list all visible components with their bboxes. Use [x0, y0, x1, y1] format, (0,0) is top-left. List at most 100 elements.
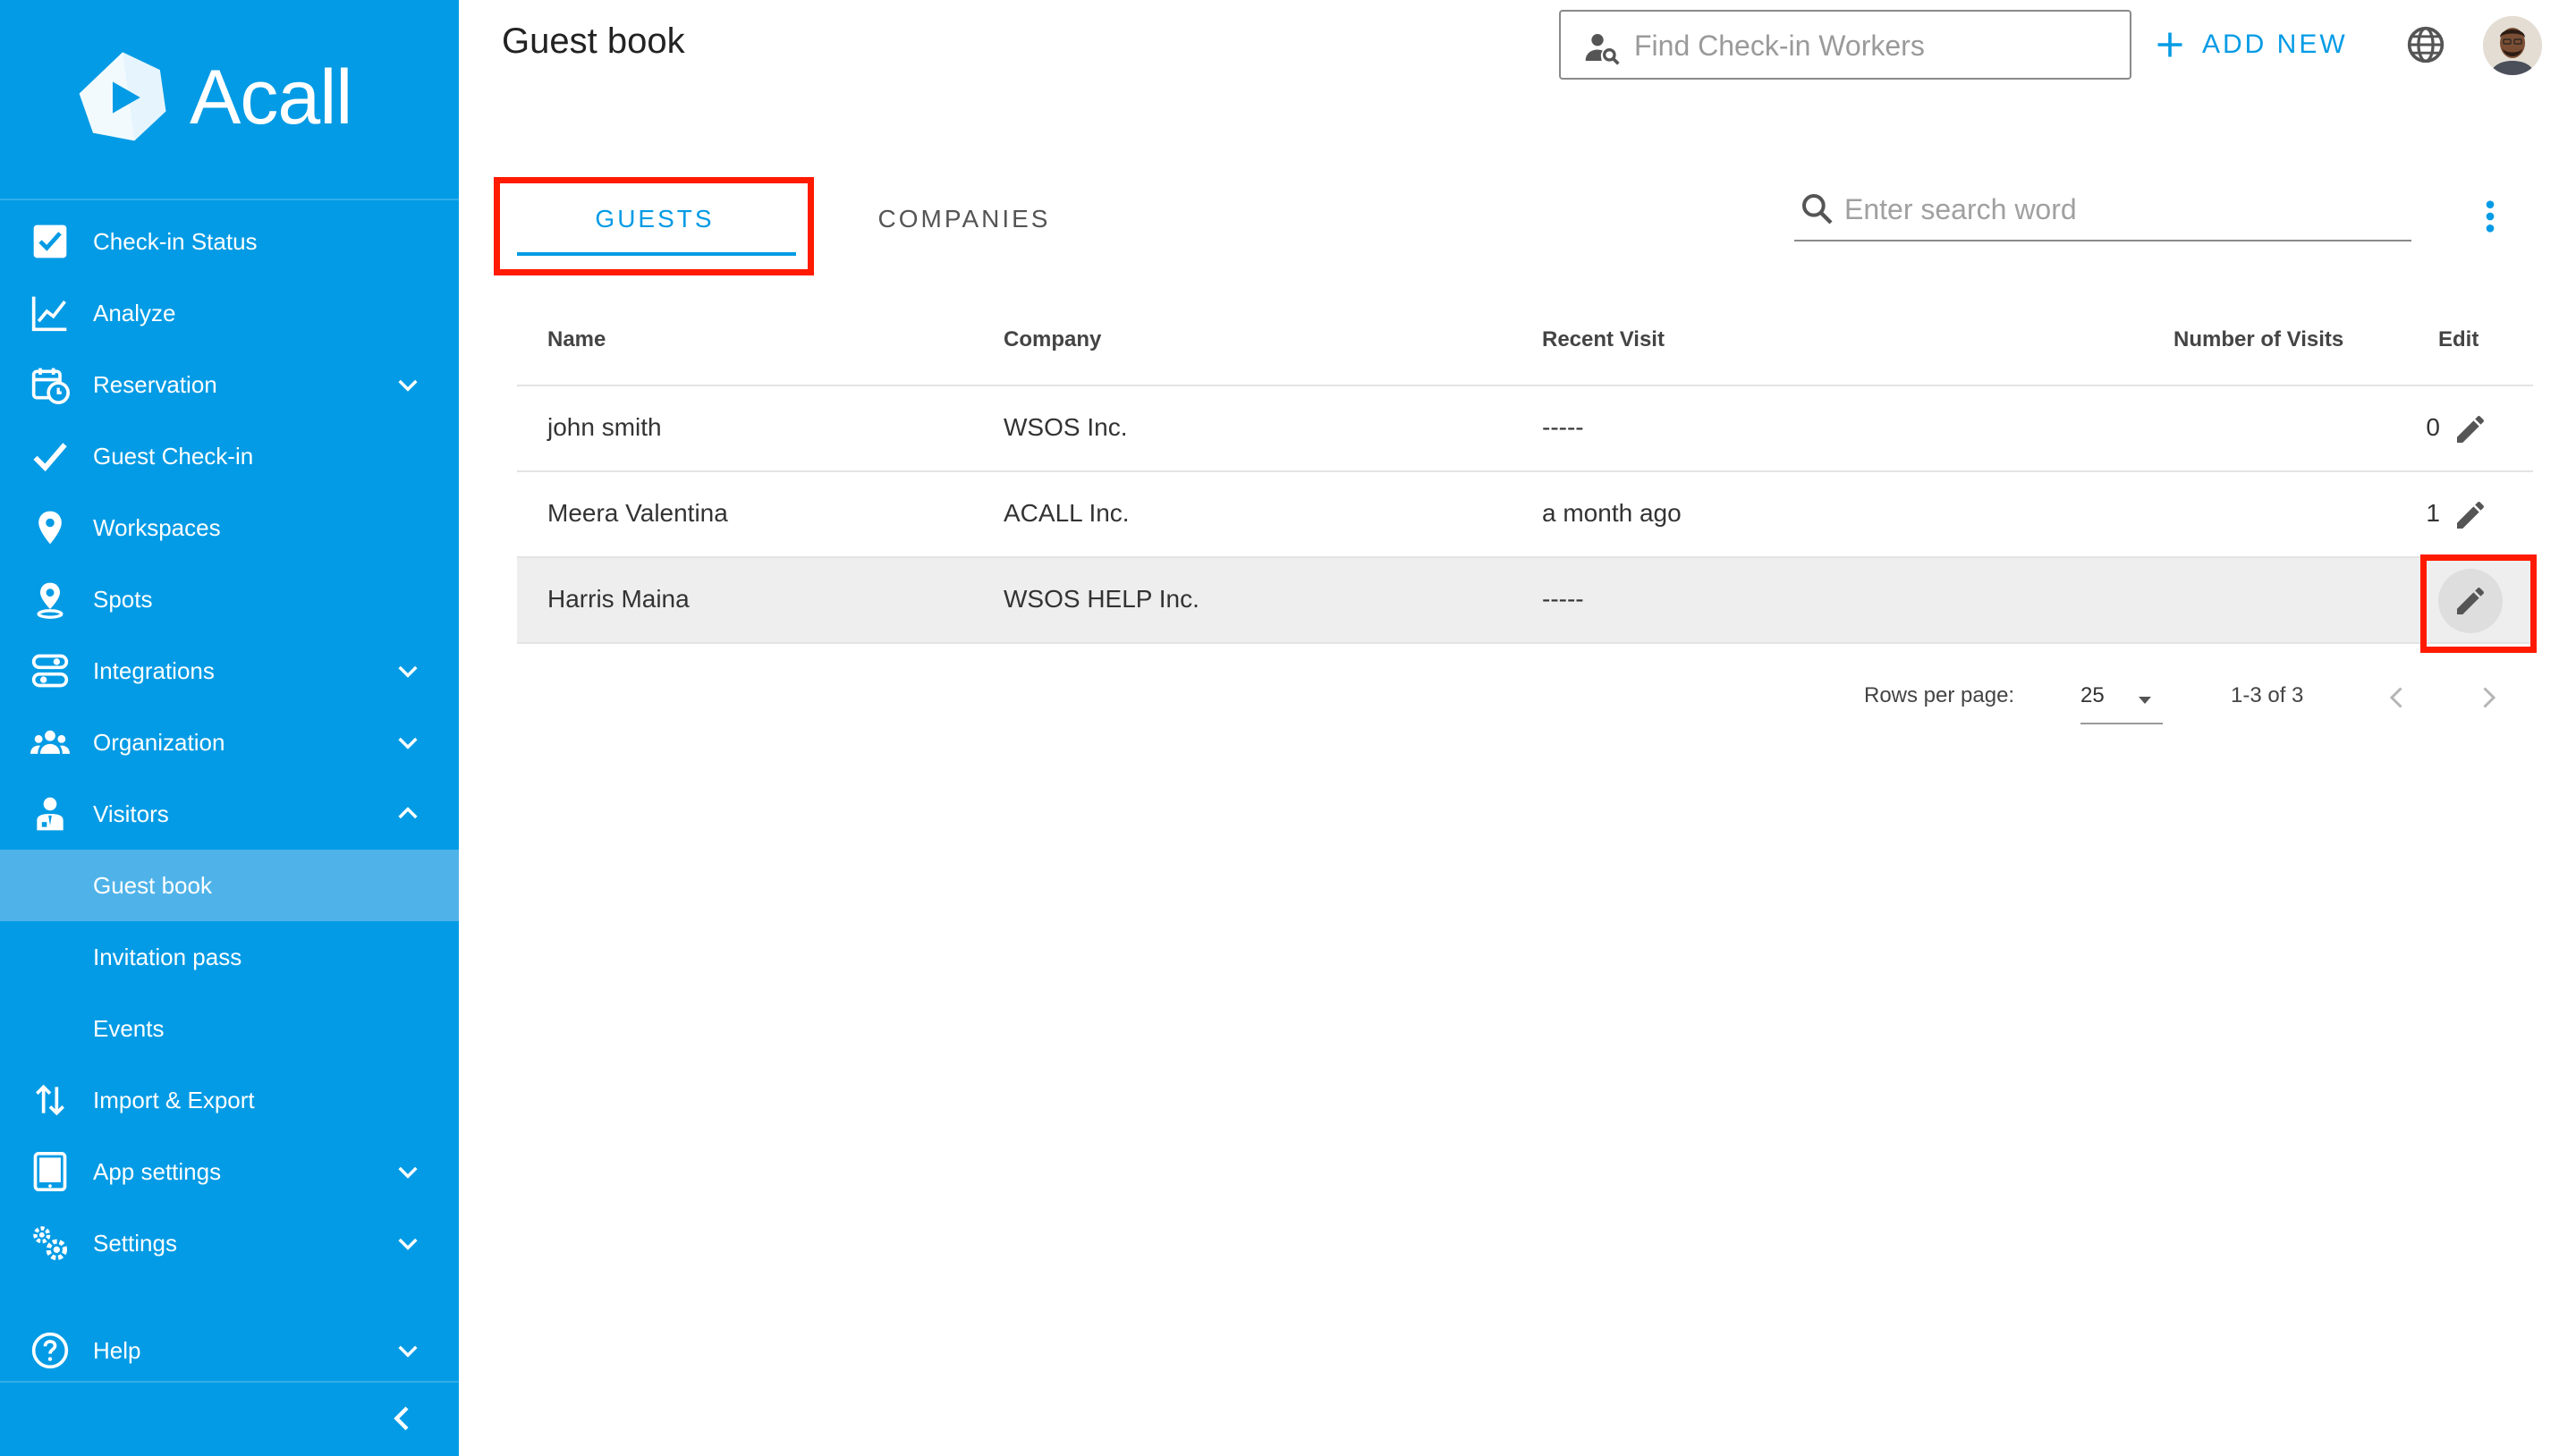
- guest-name: Meera Valentina: [547, 499, 728, 527]
- sidebar-item-label: Reservation: [93, 370, 217, 398]
- calendar-clock-icon: [31, 368, 70, 404]
- sidebar-item-help[interactable]: Help: [0, 1315, 459, 1386]
- guest-recent-visit: -----: [1542, 413, 1584, 441]
- visitor-icon: [37, 797, 64, 831]
- sidebar-item-visitors[interactable]: Visitors: [0, 778, 459, 850]
- sidebar-item-reservation[interactable]: Reservation: [0, 349, 459, 420]
- column-header-recent-visit[interactable]: Recent Visit: [1542, 327, 1665, 352]
- more-vert-icon[interactable]: [2483, 199, 2497, 234]
- brand: Acall: [0, 0, 459, 200]
- sidebar-item-organization[interactable]: Organization: [0, 707, 459, 778]
- sidebar-item-label: Help: [93, 1336, 141, 1364]
- table-row[interactable]: Harris Maina WSOS HELP Inc. -----: [517, 558, 2533, 644]
- tab-selected-indicator: [517, 252, 796, 256]
- sidebar-item-label: Import & Export: [93, 1086, 255, 1113]
- add-new-label: ADD NEW: [2202, 30, 2348, 59]
- guest-company: WSOS HELP Inc.: [1004, 585, 1199, 613]
- brand-name: Acall: [190, 55, 352, 140]
- tab-guests[interactable]: GUESTS: [515, 179, 794, 259]
- add-new-button[interactable]: ADD NEW: [2154, 21, 2348, 68]
- chevron-left-icon[interactable]: [2381, 681, 2413, 714]
- page-title: Guest book: [502, 21, 685, 61]
- sidebar: Acall Check-in Status Analyze Reservatio…: [0, 0, 459, 1456]
- column-header-edit: Edit: [2438, 327, 2479, 351]
- pencil-icon: [2457, 587, 2485, 614]
- checkbox-icon: [33, 224, 67, 258]
- edit-button[interactable]: [2438, 569, 2503, 633]
- rows-per-page-value: 25: [2080, 683, 2105, 707]
- guest-search-input[interactable]: [1844, 188, 2399, 231]
- sidebar-item-workspaces[interactable]: Workspaces: [0, 492, 459, 563]
- checkmark-icon: [33, 443, 67, 472]
- user-photo-icon: [2483, 16, 2542, 75]
- help-circle-icon: [31, 1332, 69, 1369]
- worker-search-input[interactable]: [1634, 24, 2117, 67]
- sidebar-item-app-settings[interactable]: App settings: [0, 1136, 459, 1207]
- sidebar-item-check-in-status[interactable]: Check-in Status: [0, 206, 459, 277]
- globe-icon[interactable]: [2406, 25, 2445, 64]
- sidebar-item-label: Organization: [93, 728, 225, 756]
- rows-per-page-select[interactable]: 25: [2080, 673, 2163, 724]
- rows-per-page-label: Rows per page:: [1864, 683, 2015, 707]
- column-header-number-of-visits[interactable]: Number of Visits: [2174, 327, 2343, 352]
- person-pin-icon: [37, 582, 64, 619]
- import-export-icon: [36, 1084, 64, 1116]
- location-pin-icon: [38, 511, 62, 545]
- guest-search-field[interactable]: [1794, 179, 2411, 241]
- sidebar-item-invitation-pass[interactable]: Invitation pass: [0, 921, 459, 993]
- guest-visit-count: 0: [2426, 413, 2440, 441]
- chevron-down-icon: [398, 379, 418, 392]
- sidebar-item-guest-check-in[interactable]: Guest Check-in: [0, 420, 459, 492]
- sidebar-item-integrations[interactable]: Integrations: [0, 635, 459, 707]
- sidebar-item-label: Integrations: [93, 656, 215, 684]
- chevron-down-icon: [398, 1238, 418, 1250]
- sidebar-item-guest-book[interactable]: Guest book: [0, 850, 459, 921]
- pencil-icon: [2457, 501, 2485, 529]
- guest-name: Harris Maina: [547, 585, 690, 613]
- sidebar-item-label: Settings: [93, 1229, 177, 1257]
- pagination-range: 1-3 of 3: [2231, 683, 2304, 707]
- guest-name: john smith: [547, 413, 662, 441]
- acall-logo-icon: [79, 52, 166, 141]
- chevron-right-icon[interactable]: [2472, 681, 2504, 714]
- sidebar-item-label: App settings: [93, 1157, 222, 1185]
- guest-company: WSOS Inc.: [1004, 413, 1128, 441]
- table-row[interactable]: Meera Valentina ACALL Inc. a month ago 1: [517, 472, 2533, 558]
- gears-icon: [33, 1226, 68, 1261]
- sidebar-item-spots[interactable]: Spots: [0, 563, 459, 635]
- sidebar-item-label: Workspaces: [93, 513, 221, 541]
- guest-visit-count: 1: [2426, 499, 2440, 527]
- sidebar-item-analyze[interactable]: Analyze: [0, 277, 459, 349]
- sidebar-item-import-export[interactable]: Import & Export: [0, 1064, 459, 1136]
- guest-recent-visit: a month ago: [1542, 499, 1682, 527]
- collapse-sidebar-icon[interactable]: [385, 1401, 420, 1436]
- avatar[interactable]: [2483, 16, 2542, 75]
- chevron-down-icon: [398, 737, 418, 749]
- sidebar-item-events[interactable]: Events: [0, 993, 459, 1064]
- chevron-down-icon: [398, 1345, 418, 1358]
- edit-button[interactable]: [2438, 397, 2503, 461]
- tab-companies[interactable]: COMPANIES: [848, 179, 1080, 259]
- sidebar-divider: [0, 1381, 459, 1383]
- chart-line-icon: [31, 296, 67, 332]
- sidebar-item-label: Guest book: [93, 871, 212, 899]
- person-search-icon: [1585, 34, 1620, 65]
- guest-recent-visit: -----: [1542, 585, 1584, 613]
- column-header-company[interactable]: Company: [1004, 327, 1101, 352]
- integrations-icon: [31, 654, 69, 688]
- search-icon: [1802, 194, 1833, 224]
- column-header-name[interactable]: Name: [547, 327, 606, 352]
- tablet-icon: [33, 1152, 67, 1191]
- chevron-down-icon: [398, 665, 418, 678]
- chevron-up-icon: [398, 807, 418, 819]
- sidebar-item-label: Visitors: [93, 800, 169, 827]
- people-group-icon: [30, 730, 70, 754]
- edit-button[interactable]: [2438, 483, 2503, 547]
- caret-down-icon: [2139, 697, 2151, 704]
- sidebar-item-label: Guest Check-in: [93, 442, 254, 470]
- sidebar-item-label: Invitation pass: [93, 943, 242, 970]
- plus-icon: [2157, 32, 2182, 57]
- sidebar-item-settings[interactable]: Settings: [0, 1207, 459, 1279]
- worker-search-box[interactable]: [1559, 10, 2131, 80]
- table-row[interactable]: john smith WSOS Inc. ----- 0: [517, 386, 2533, 472]
